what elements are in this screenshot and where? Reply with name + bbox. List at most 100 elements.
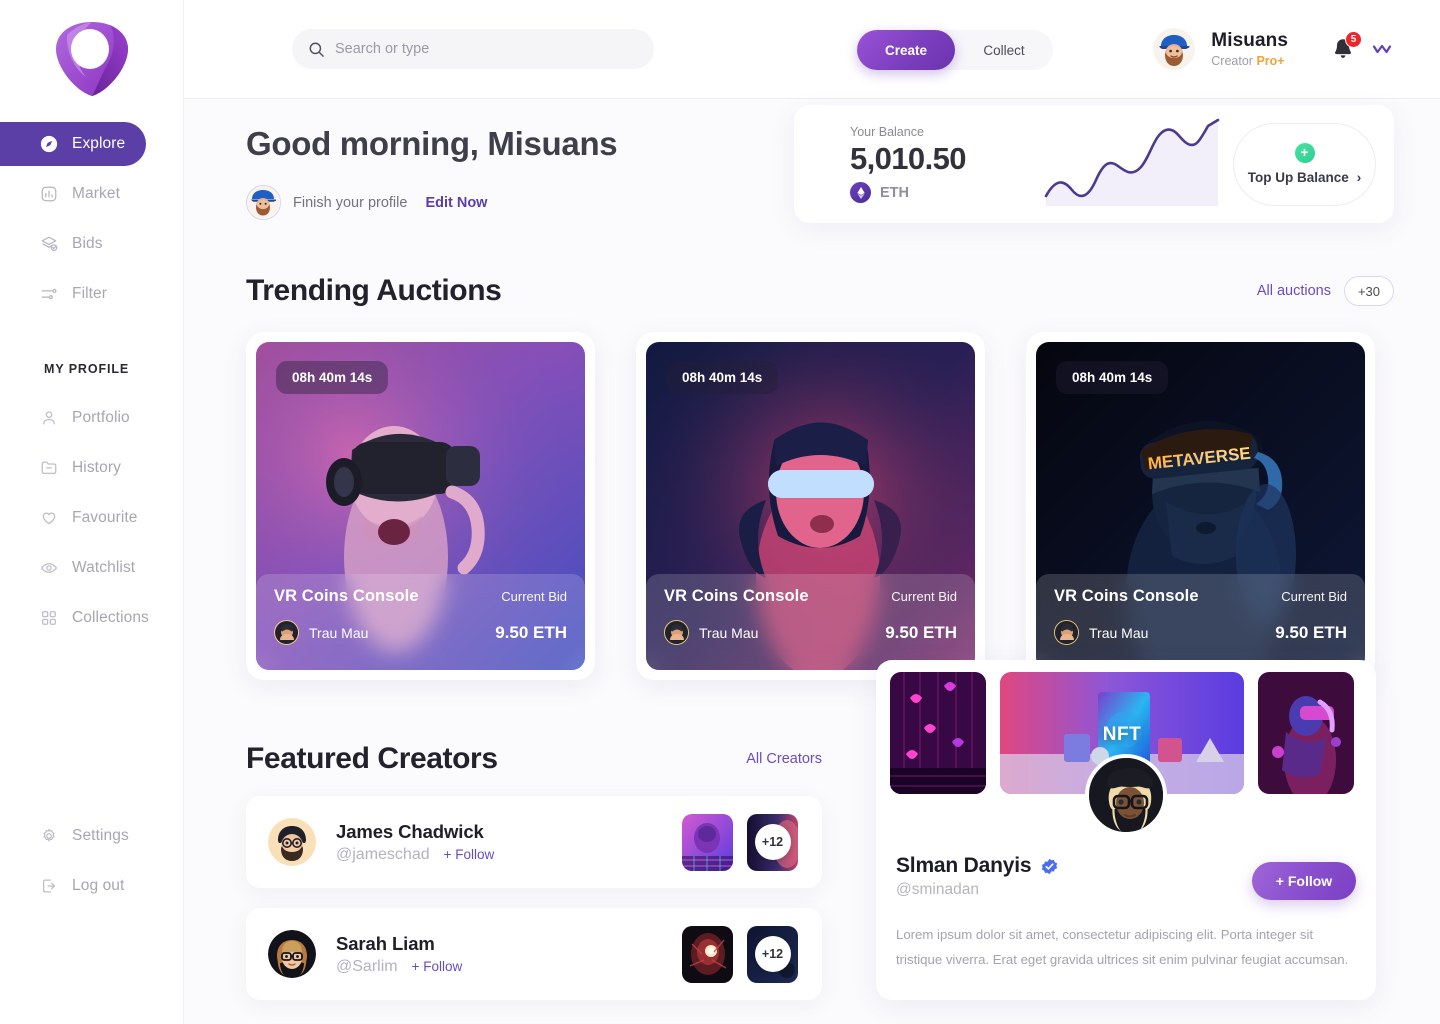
auction-price: 9.50 ETH [1275, 622, 1347, 642]
auction-bid-label: Current Bid [1281, 589, 1347, 604]
auction-info-bottom: Trau Mau 9.50 ETH [664, 620, 957, 645]
balance-currency: ETH [880, 184, 909, 201]
follow-button[interactable]: + Follow [1252, 862, 1356, 900]
balance-info: Your Balance 5,010.50 ETH [850, 125, 1036, 203]
search-box[interactable] [292, 29, 654, 69]
balance-sparkline-chart [1042, 118, 1222, 210]
sidebar-label: Log out [72, 877, 125, 894]
balance-card: Your Balance 5,010.50 ETH + Top Up Balan… [794, 105, 1394, 223]
finish-profile-text: Finish your profile [293, 194, 408, 211]
sidebar-label: Settings [72, 827, 129, 844]
all-auctions-link[interactable]: All auctions [1257, 283, 1331, 299]
logout-icon [40, 877, 58, 895]
collect-button[interactable]: Collect [955, 30, 1053, 70]
sidebar-item-settings[interactable]: Settings [0, 814, 145, 858]
sidebar-item-bids[interactable]: Bids [0, 222, 145, 266]
avatar [246, 185, 281, 220]
top-up-label: Top Up Balance [1247, 170, 1349, 185]
sidebar-item-filter[interactable]: Filter [0, 272, 145, 316]
top-up-balance-button[interactable]: + Top Up Balance › [1233, 122, 1376, 206]
thumbnail-more[interactable]: +12 [747, 813, 798, 871]
sidebar-label: Collections [72, 609, 149, 626]
heart-icon [40, 509, 58, 527]
creator-thumbnails: +12 [682, 925, 798, 983]
auction-timer: 08h 40m 14s [666, 361, 779, 394]
sidebar-item-portfolio[interactable]: Portfolio [0, 396, 145, 440]
sidebar-item-logout[interactable]: Log out [0, 864, 145, 908]
notifications-button[interactable]: 5 [1332, 31, 1362, 61]
create-button[interactable]: Create [857, 30, 955, 70]
sidebar-label: Filter [72, 285, 108, 302]
thumbnail-more[interactable]: +12 [747, 925, 798, 983]
edit-now-link[interactable]: Edit Now [425, 195, 487, 211]
avatar [274, 620, 299, 645]
plus-icon: + [1294, 143, 1315, 163]
greeting: Good morning, Misuans Finish your profil… [246, 125, 618, 220]
avatar [268, 930, 316, 978]
creator-sub: @Sarlim + Follow [336, 958, 462, 976]
role-badge: Pro+ [1256, 54, 1285, 69]
search-input[interactable] [335, 41, 638, 57]
chevron-right-icon: › [1356, 170, 1362, 185]
profile-bio: Lorem ipsum dolor sit amet, consectetur … [896, 927, 1349, 968]
auction-owner: Trau Mau [1089, 624, 1149, 641]
sidebar-label: Explore [72, 135, 126, 152]
folder-minus-icon [40, 459, 58, 477]
sidebar-label: Portfolio [72, 409, 130, 426]
creator-row[interactable]: James Chadwick @jameschad + Follow +12 [246, 796, 822, 888]
auction-title: VR Coins Console [664, 587, 809, 605]
search-icon [308, 41, 325, 58]
wallet-icon[interactable] [1370, 37, 1394, 61]
role-prefix: Creator [1211, 54, 1257, 69]
follow-link[interactable]: + Follow [444, 847, 495, 862]
gallery-thumb[interactable] [1258, 672, 1354, 794]
auction-card[interactable]: 08h 40m 14s VR Coins Console Current Bid… [246, 332, 595, 680]
sliders-icon [40, 285, 58, 303]
sidebar-section-label: MY PROFILE [44, 362, 130, 376]
creator-profile-panel: NFT Slman Danyis @sminadan + Follow Lore… [876, 660, 1376, 1000]
all-creators-link[interactable]: All Creators [746, 751, 822, 767]
more-count: +12 [754, 824, 791, 860]
auction-price: 9.50 ETH [885, 622, 957, 642]
auction-title: VR Coins Console [1054, 587, 1199, 605]
auction-info-top: VR Coins Console Current Bid [664, 587, 957, 606]
sidebar-profile-nav: Portfolio History Favourite Watchlist Co… [0, 396, 183, 640]
follow-link[interactable]: + Follow [412, 959, 463, 974]
auction-price: 9.50 ETH [495, 622, 567, 642]
auction-card[interactable]: METAVERSE 08h 40m 14s VR Coins Console C… [1026, 332, 1375, 680]
featured-actions: All Creators [746, 751, 822, 767]
thumbnail[interactable] [682, 925, 733, 983]
sidebar-item-market[interactable]: Market [0, 172, 145, 216]
sidebar-item-history[interactable]: History [0, 446, 145, 490]
sidebar-label: History [72, 459, 121, 476]
sidebar: Explore Market Bids Filter MY PROFILE Po… [0, 0, 184, 1024]
sidebar-item-collections[interactable]: Collections [0, 596, 149, 640]
auction-info: VR Coins Console Current Bid Trau Mau 9.… [1036, 574, 1365, 670]
sidebar-item-favourite[interactable]: Favourite [0, 496, 145, 540]
header-icons: 5 [1332, 31, 1394, 61]
gallery-thumb[interactable] [890, 672, 986, 794]
avatar [268, 818, 316, 866]
nft-label: NFT [1102, 724, 1142, 746]
auction-owner: Trau Mau [309, 624, 369, 641]
sidebar-item-watchlist[interactable]: Watchlist [0, 546, 145, 590]
balance-currency-row: ETH [850, 182, 1036, 203]
sidebar-bottom-nav: Settings Log out [0, 814, 183, 914]
auction-card[interactable]: 08h 40m 14s VR Coins Console Current Bid… [636, 332, 985, 680]
auction-info: VR Coins Console Current Bid Trau Mau 9.… [256, 574, 585, 670]
creator-row[interactable]: Sarah Liam @Sarlim + Follow +12 [246, 908, 822, 1000]
featured-creators-column: Featured Creators All Creators James Cha… [246, 688, 822, 1000]
sidebar-item-explore[interactable]: Explore [0, 122, 146, 166]
avatar[interactable] [1153, 28, 1196, 70]
auction-count-badge[interactable]: +30 [1344, 276, 1394, 306]
creator-sub: @jameschad + Follow [336, 846, 494, 864]
topbar: Create Collect [184, 0, 1440, 99]
profile-identity-row: Slman Danyis @sminadan + Follow [890, 854, 1362, 900]
profile-handle: @sminadan [896, 881, 979, 898]
sidebar-label: Bids [72, 235, 103, 252]
logo-container[interactable] [0, 0, 183, 118]
auction-info-bottom: Trau Mau 9.50 ETH [274, 620, 567, 645]
avatar [1085, 754, 1167, 836]
profile-name-row: Slman Danyis [896, 854, 1058, 878]
thumbnail[interactable] [682, 813, 733, 871]
